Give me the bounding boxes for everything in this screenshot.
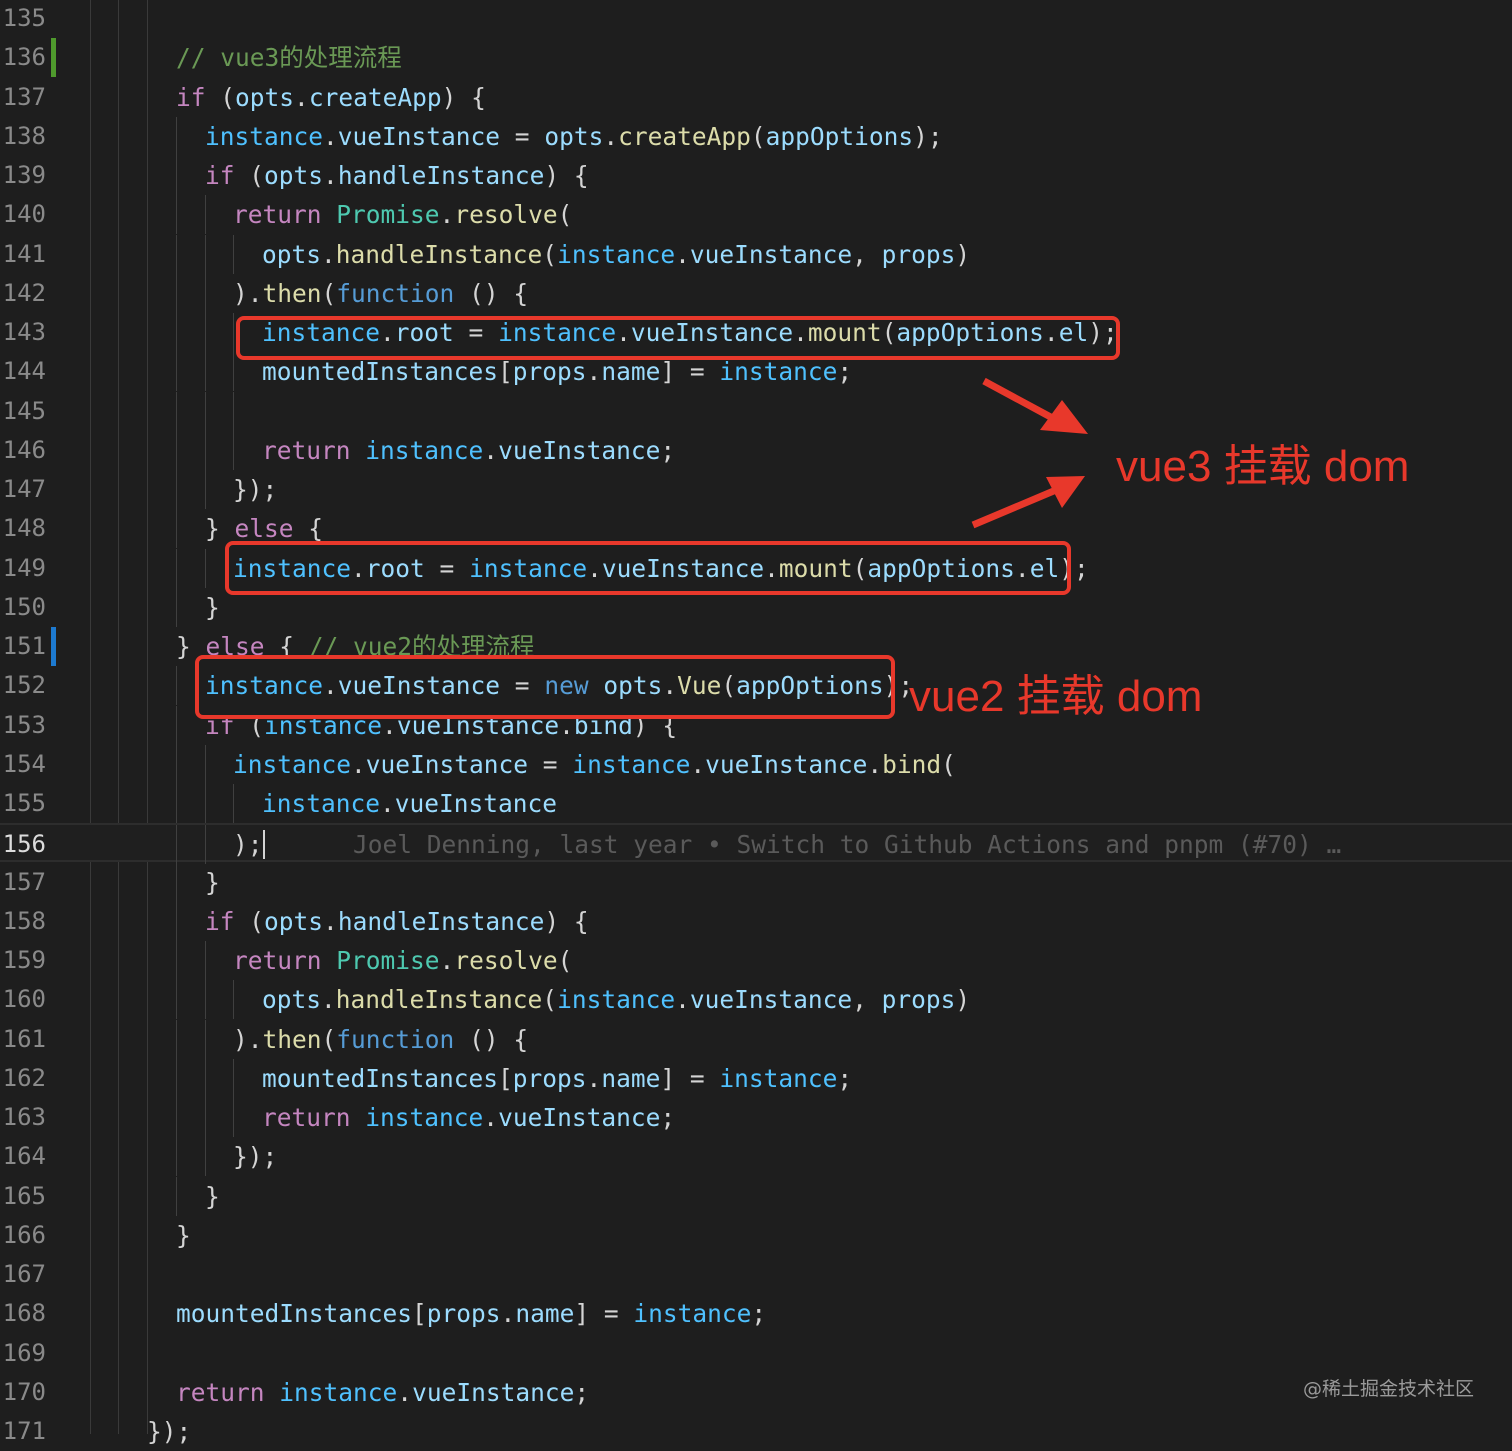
arrow-to-vue3-top (982, 377, 1088, 434)
vue3-mount-annotation: vue3 挂载 dom (1116, 442, 1410, 491)
vue2-mount-annotation: vue2 挂载 dom (909, 672, 1203, 721)
watermark: @稀土掘金技术社区 (1302, 1378, 1474, 1400)
arrow-to-vue3-bottom (971, 476, 1085, 529)
annotation-arrows (971, 377, 1088, 529)
